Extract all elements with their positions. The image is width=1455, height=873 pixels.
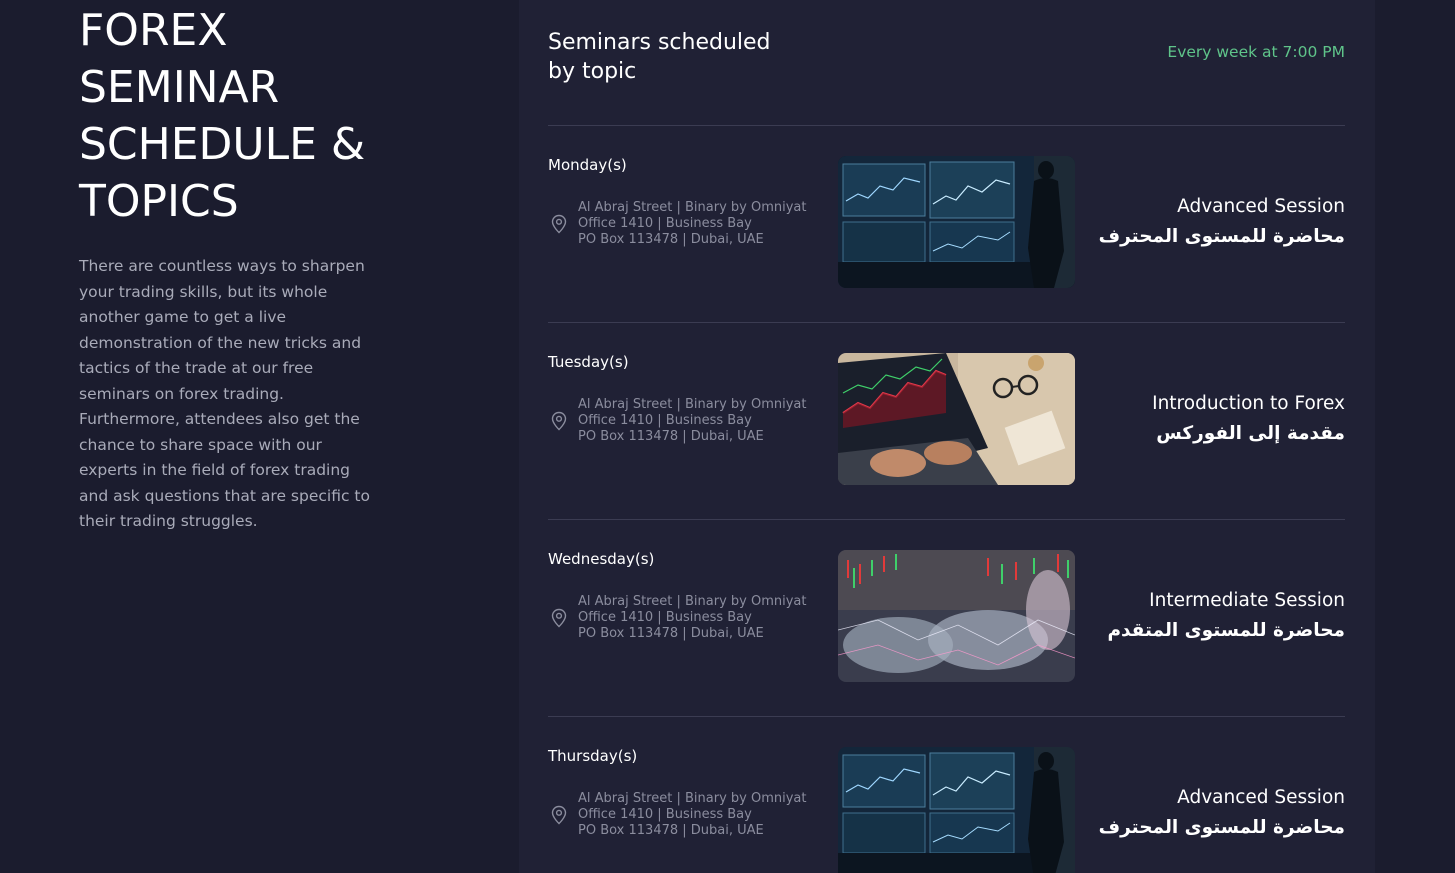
seminar-day: Thursday(s) [548, 747, 638, 765]
address-line: Office 1410 | Business Bay [578, 610, 752, 625]
seminar-row-tuesday: Tuesday(s) Al Abraj Street | Binary by O… [548, 322, 1345, 520]
topic-english: Advanced Session [1177, 787, 1345, 808]
page: FOREX SEMINAR SCHEDULE & TOPICS There ar… [0, 0, 1455, 873]
location-pin-icon [551, 805, 567, 825]
address-line: Office 1410 | Business Bay [578, 216, 752, 231]
schedule-title-line: by topic [548, 59, 637, 84]
topic-arabic: محاضرة للمستوى المحترف [1098, 817, 1345, 838]
seminar-address: Al Abraj Street | Binary by Omniyat Offi… [578, 200, 818, 248]
topic-arabic: محاضرة للمستوى المتقدم [1107, 620, 1345, 641]
intro-paragraph: There are countless ways to sharpen your… [79, 257, 370, 530]
address-line: Al Abraj Street | Binary by Omniyat [578, 791, 807, 806]
seminar-topic: Intermediate Session محاضرة للمستوى المت… [1107, 586, 1345, 646]
seminar-topic: Advanced Session محاضرة للمستوى المحترف [1099, 192, 1345, 252]
location-pin-icon [551, 608, 567, 628]
address-line: PO Box 113478 | Dubai, UAE [578, 429, 764, 444]
seminar-image-trader-monitors [838, 156, 1075, 288]
seminar-day: Monday(s) [548, 156, 627, 174]
topic-arabic: مقدمة إلى الفوركس [1156, 423, 1345, 444]
topic-english: Intermediate Session [1149, 590, 1345, 611]
address-line: Al Abraj Street | Binary by Omniyat [578, 397, 807, 412]
page-title: FOREX SEMINAR SCHEDULE & TOPICS [79, 2, 399, 230]
location-pin-icon [551, 214, 567, 234]
address-line: Al Abraj Street | Binary by Omniyat [578, 594, 807, 609]
seminar-image-trader-monitors [838, 747, 1075, 873]
seminar-day: Wednesday(s) [548, 550, 655, 568]
address-line: Office 1410 | Business Bay [578, 413, 752, 428]
seminar-row-monday: Monday(s) Al Abraj Street | Binary by Om… [548, 125, 1345, 323]
seminar-address: Al Abraj Street | Binary by Omniyat Offi… [578, 594, 818, 642]
schedule-title: Seminars scheduled by topic [548, 28, 808, 86]
seminar-day: Tuesday(s) [548, 353, 629, 371]
page-title-line: SCHEDULE & [79, 119, 366, 170]
address-line: PO Box 113478 | Dubai, UAE [578, 232, 764, 247]
topic-arabic: محاضرة للمستوى المحترف [1098, 226, 1345, 247]
page-title-line: SEMINAR [79, 62, 280, 113]
page-title-line: FOREX [79, 5, 228, 56]
seminar-row-wednesday: Wednesday(s) Al Abraj Street | Binary by… [548, 519, 1345, 717]
address-line: Al Abraj Street | Binary by Omniyat [578, 200, 807, 215]
seminar-row-thursday: Thursday(s) Al Abraj Street | Binary by … [548, 716, 1345, 873]
seminar-topic: Advanced Session محاضرة للمستوى المحترف [1099, 783, 1345, 843]
topic-english: Advanced Session [1177, 196, 1345, 217]
address-line: Office 1410 | Business Bay [578, 807, 752, 822]
address-line: PO Box 113478 | Dubai, UAE [578, 823, 764, 838]
seminar-topic: Introduction to Forex مقدمة إلى الفوركس [1152, 389, 1345, 449]
location-pin-icon [551, 411, 567, 431]
schedule-card: Seminars scheduled by topic Every week a… [519, 0, 1375, 873]
seminar-image-audience-chart [838, 550, 1075, 682]
schedule-frequency: Every week at 7:00 PM [1167, 43, 1345, 61]
topic-english: Introduction to Forex [1152, 393, 1345, 414]
seminar-address: Al Abraj Street | Binary by Omniyat Offi… [578, 397, 818, 445]
seminar-address: Al Abraj Street | Binary by Omniyat Offi… [578, 791, 818, 839]
schedule-title-line: Seminars scheduled [548, 30, 771, 55]
page-title-line: TOPICS [79, 176, 239, 227]
seminar-image-laptop-chart [838, 353, 1075, 485]
address-line: PO Box 113478 | Dubai, UAE [578, 626, 764, 641]
